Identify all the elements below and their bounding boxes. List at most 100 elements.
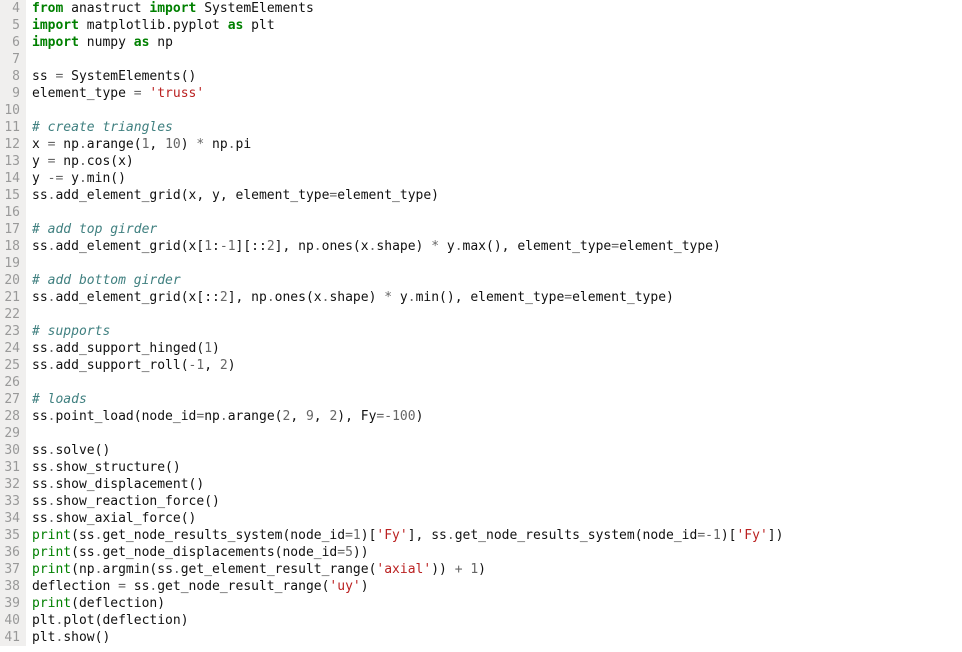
token-pn: arange( [228,409,283,424]
token-pn: )) [431,562,454,577]
token-pn: ) [478,562,486,577]
line-number: 41 [2,629,20,646]
token-fn: print [32,545,71,560]
code-line [32,306,962,323]
line-number: 10 [2,102,20,119]
token-pn: (ss [71,545,94,560]
token-str: 'Fy' [376,528,407,543]
token-pn: get_node_results_system(node_id [102,528,345,543]
code-line: from anastruct import SystemElements [32,0,962,17]
token-op: =- [697,528,713,543]
token-pn: numpy [79,35,134,50]
token-pn: plot(deflection) [63,613,188,628]
line-number: 17 [2,221,20,238]
token-pn: y [392,290,408,305]
token-pn: , [149,137,165,152]
token-num: 1 [204,341,212,356]
token-op: = [345,528,353,543]
token-pn: element_type) [619,239,721,254]
token-num: 1 [353,528,361,543]
token-pn: matplotlib.pyplot [79,18,228,33]
token-num: 1 [713,528,721,543]
token-pn: min() [87,171,126,186]
token-num: 2 [220,358,228,373]
token-pn: )[ [361,528,377,543]
line-number: 28 [2,408,20,425]
token-pn: argmin(ss [102,562,172,577]
line-number-gutter: 4567891011121314151617181920212223242526… [0,0,26,646]
line-number: 14 [2,170,20,187]
token-num: 1 [204,239,212,254]
token-pn: SystemElements [196,1,313,16]
token-pn: y [439,239,455,254]
token-pn: add_element_grid(x, y, element_type [55,188,329,203]
code-line: print(deflection) [32,595,962,612]
token-pn: ss [32,460,48,475]
line-number: 24 [2,340,20,357]
token-pn: ss [32,443,48,458]
line-number: 20 [2,272,20,289]
line-number: 27 [2,391,20,408]
token-pn: ], np [228,290,267,305]
token-pn: point_load(node_id [55,409,196,424]
line-number: 22 [2,306,20,323]
token-pn: add_element_grid(x[:: [55,290,219,305]
token-pn: ss [32,290,48,305]
line-number: 38 [2,578,20,595]
line-number: 21 [2,289,20,306]
token-num: 1 [228,239,236,254]
token-op: . [79,137,87,152]
line-number: 19 [2,255,20,272]
token-pn: solve() [55,443,110,458]
token-cmt: # add top girder [32,222,157,237]
token-pn: ) [361,579,369,594]
code-line: ss = SystemElements() [32,68,962,85]
code-line: ss.show_structure() [32,459,962,476]
token-pn: x [32,137,48,152]
token-pn: arange( [87,137,142,152]
token-pn: plt [243,18,274,33]
token-op: . [267,290,275,305]
code-line: print(ss.get_node_displacements(node_id=… [32,544,962,561]
code-line: ss.show_displacement() [32,476,962,493]
code-line [32,102,962,119]
token-pn: SystemElements() [63,69,196,84]
token-pn: ]) [768,528,784,543]
token-pn: np [204,409,220,424]
code-line: # create triangles [32,119,962,136]
token-pn: ], np [275,239,314,254]
token-pn: add_support_hinged( [55,341,204,356]
token-op: - [220,239,228,254]
token-str: 'uy' [329,579,360,594]
token-pn: y [32,154,48,169]
token-pn: get_node_displacements(node_id [102,545,337,560]
token-op: . [408,290,416,305]
line-number: 7 [2,51,20,68]
line-number: 31 [2,459,20,476]
token-pn: ones(x [275,290,322,305]
line-number: 26 [2,374,20,391]
token-kw: from [32,1,63,16]
token-num: 2 [267,239,275,254]
line-number: 8 [2,68,20,85]
token-op: = [611,239,619,254]
token-pn: max(), element_type [463,239,612,254]
line-number: 18 [2,238,20,255]
token-num: 9 [306,409,314,424]
token-pn: , [204,358,220,373]
token-cmt: # supports [32,324,110,339]
token-op: * [384,290,392,305]
token-pn: ) [181,137,197,152]
token-pn: np [55,137,78,152]
token-op: . [220,409,228,424]
token-str: 'truss' [149,86,204,101]
line-number: 4 [2,0,20,17]
line-number: 30 [2,442,20,459]
code-line: ss.add_element_grid(x, y, element_type=e… [32,187,962,204]
token-op: . [455,239,463,254]
token-op: = [337,545,345,560]
token-pn: show_reaction_force() [55,494,219,509]
token-str: 'axial' [376,562,431,577]
token-pn: (deflection) [71,596,165,611]
token-pn: pi [236,137,252,152]
